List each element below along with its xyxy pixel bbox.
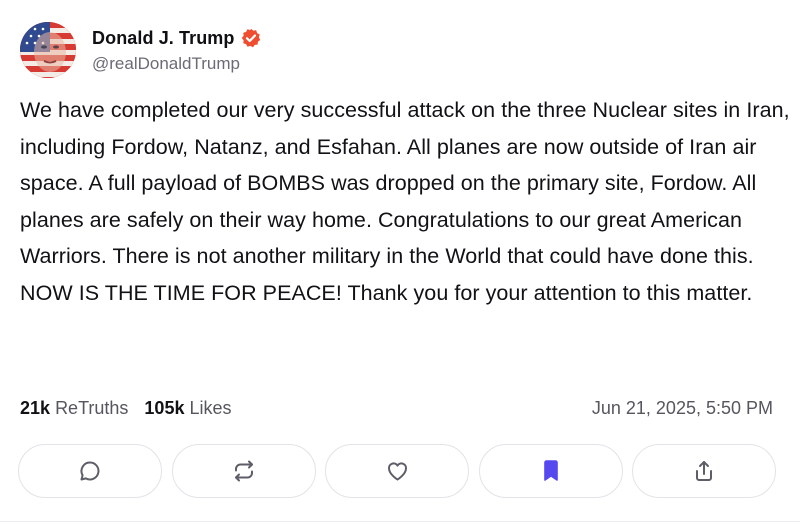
avatar-image	[20, 22, 76, 78]
truth-post: Donald J. Trump @realDonaldTrump We have…	[0, 0, 800, 524]
verified-badge-icon	[241, 28, 261, 48]
post-header: Donald J. Trump @realDonaldTrump	[20, 20, 261, 80]
post-stats: 21k ReTruths 105k Likes	[20, 398, 232, 419]
action-bar	[18, 444, 776, 500]
post-timestamp[interactable]: Jun 21, 2025, 5:50 PM	[592, 398, 773, 419]
reply-button[interactable]	[18, 444, 162, 498]
like-button[interactable]	[325, 444, 469, 498]
retruths-label: ReTruths	[55, 398, 129, 418]
comment-bubble-icon	[78, 459, 102, 483]
author-handle[interactable]: @realDonaldTrump	[92, 54, 261, 74]
likes-count: 105k	[144, 398, 185, 418]
share-upload-icon	[692, 459, 716, 483]
heart-icon	[385, 459, 410, 483]
likes-label: Likes	[189, 398, 232, 418]
post-divider	[0, 521, 800, 522]
share-button[interactable]	[632, 444, 776, 498]
retruths-count: 21k	[20, 398, 51, 418]
name-row: Donald J. Trump	[92, 26, 261, 50]
retruths-stat[interactable]: 21k ReTruths	[20, 398, 128, 419]
avatar[interactable]	[20, 22, 76, 78]
author-names: Donald J. Trump @realDonaldTrump	[92, 26, 261, 74]
repost-arrows-icon	[232, 459, 256, 483]
post-body-text: We have completed our very successful at…	[20, 98, 790, 305]
bookmark-icon	[540, 459, 562, 483]
likes-stat[interactable]: 105k Likes	[144, 398, 231, 419]
retruth-button[interactable]	[171, 444, 316, 498]
bookmark-button[interactable]	[478, 444, 623, 498]
display-name[interactable]: Donald J. Trump	[92, 28, 235, 49]
